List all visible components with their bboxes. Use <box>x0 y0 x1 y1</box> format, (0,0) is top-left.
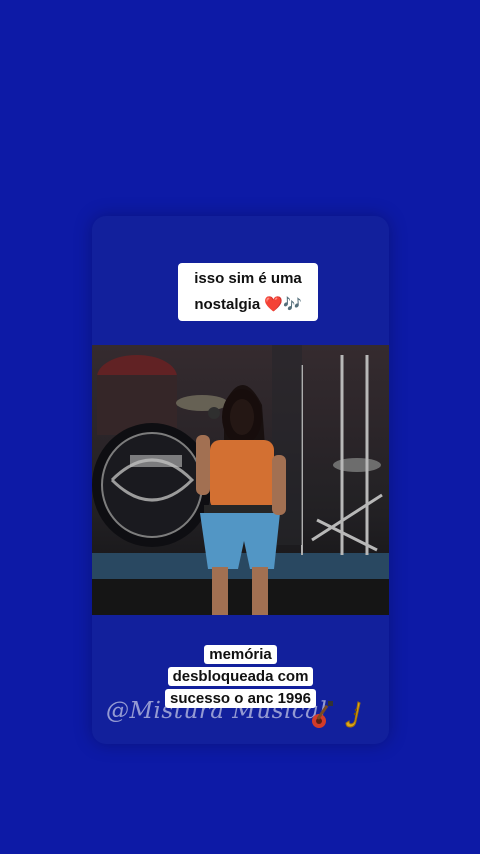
caption-bottom-text: memória desbloqueada com sucesso o anc 1… <box>165 645 316 708</box>
caption-top: isso sim é uma nostalgia ❤️🎶 <box>178 263 318 321</box>
video-frame[interactable] <box>92 345 389 615</box>
video-image <box>92 345 389 615</box>
emoji-icons <box>310 700 368 730</box>
caption-bottom: memória desbloqueada com sucesso o anc 1… <box>158 644 323 710</box>
saxophone-icon <box>345 701 361 728</box>
guitar-icon <box>312 701 333 728</box>
story-card: isso sim é uma nostalgia ❤️🎶 memória des… <box>92 216 389 744</box>
